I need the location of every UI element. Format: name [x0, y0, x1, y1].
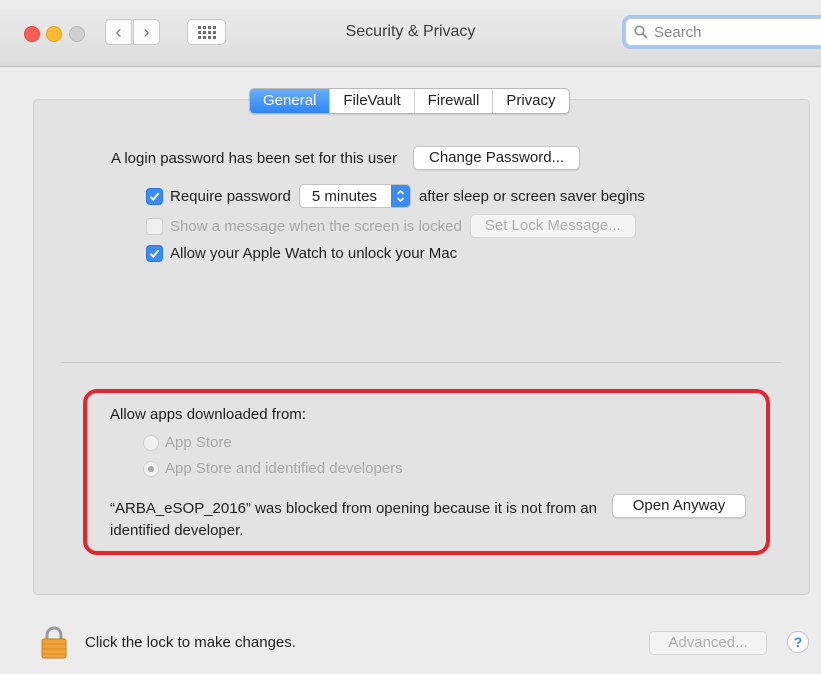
change-password-button[interactable]: Change Password... — [413, 146, 581, 170]
show-message-checkbox[interactable] — [146, 217, 163, 235]
search-placeholder: Search — [654, 23, 702, 41]
tab-privacy[interactable]: Privacy — [492, 89, 568, 113]
lock-icon[interactable] — [39, 625, 69, 659]
title-bar: ‹ › Security & Privacy Search — [0, 0, 821, 67]
tab-general[interactable]: General — [250, 89, 330, 113]
highlight-annotation-box — [83, 389, 770, 555]
show-message-label: Show a message when the screen is locked — [170, 217, 462, 235]
show-message-row: Show a message when the screen is locked… — [146, 214, 636, 238]
require-password-checkbox[interactable] — [146, 187, 163, 205]
tab-filevault[interactable]: FileVault — [329, 89, 413, 113]
apple-watch-label: Allow your Apple Watch to unlock your Ma… — [170, 245, 458, 262]
search-icon — [634, 25, 648, 39]
require-password-label: Require password — [170, 187, 291, 205]
section-divider — [61, 362, 781, 363]
login-password-text: A login password has been set for this u… — [111, 149, 397, 167]
help-button[interactable]: ? — [787, 631, 809, 653]
set-lock-message-button[interactable]: Set Lock Message... — [469, 214, 636, 238]
apple-watch-row: Allow your Apple Watch to unlock your Ma… — [146, 245, 457, 262]
select-stepper-icon — [390, 185, 410, 207]
require-password-suffix: after sleep or screen saver begins — [418, 187, 645, 205]
require-password-delay-select[interactable]: 5 minutes — [298, 184, 411, 208]
search-field[interactable]: Search — [625, 18, 821, 46]
tab-firewall[interactable]: Firewall — [413, 89, 493, 113]
login-password-row: A login password has been set for this u… — [111, 146, 581, 170]
tab-bar: General FileVault Firewall Privacy — [249, 88, 570, 114]
advanced-button[interactable]: Advanced... — [649, 631, 767, 655]
require-password-row: Require password 5 minutes after sleep o… — [146, 184, 645, 208]
checkmark-icon — [149, 192, 160, 201]
apple-watch-checkbox[interactable] — [146, 245, 163, 262]
checkmark-icon — [149, 249, 160, 259]
lock-hint-text: Click the lock to make changes. — [85, 634, 296, 651]
delay-select-value: 5 minutes — [311, 187, 377, 205]
